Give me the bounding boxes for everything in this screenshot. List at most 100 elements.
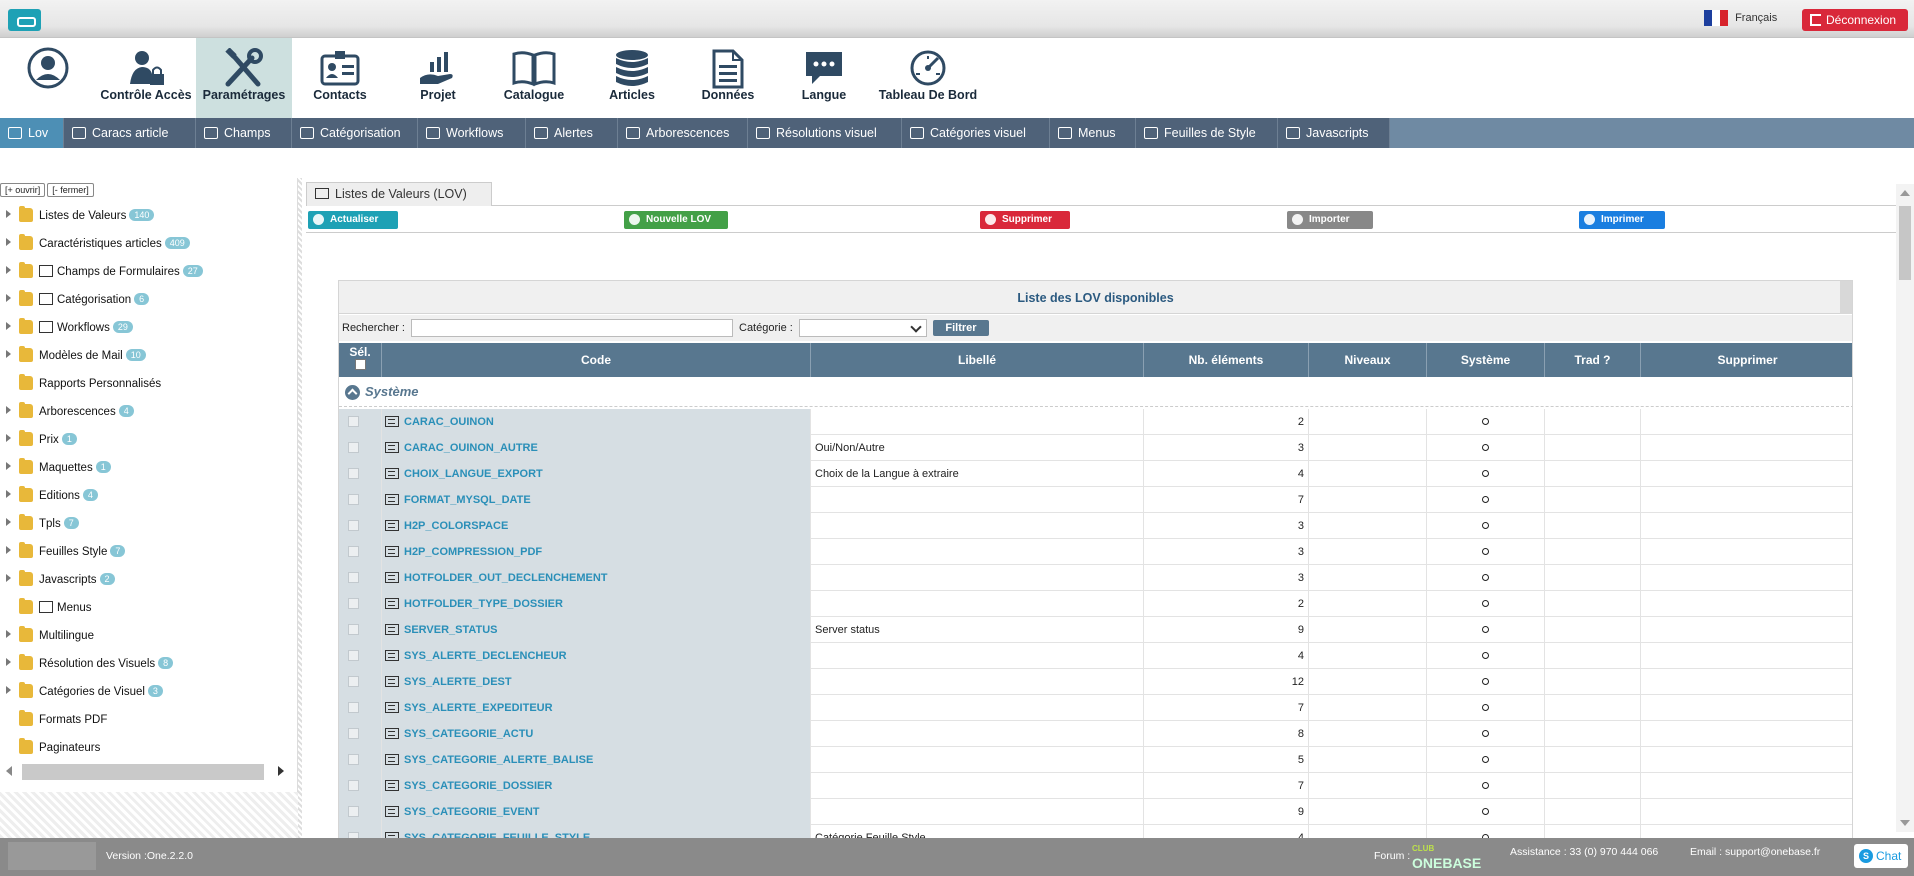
submenu-categories-visuel[interactable]: Catégories visuel [902, 118, 1050, 148]
table-row[interactable]: SERVER_STATUS Server status 9 [339, 617, 1852, 643]
delete-button[interactable]: Supprimer [980, 211, 1070, 229]
row-checkbox[interactable] [348, 780, 359, 791]
table-row[interactable]: SYS_ALERTE_DECLENCHEUR 4 [339, 643, 1852, 669]
expand-arrow-icon[interactable] [6, 518, 11, 526]
tree-close-all-button[interactable]: [- fermer] [47, 183, 94, 197]
tree-open-all-button[interactable]: [+ ouvrir] [0, 183, 46, 197]
row-checkbox[interactable] [348, 676, 359, 687]
tree-item[interactable]: Champs de Formulaires 27 [6, 262, 203, 282]
expand-arrow-icon[interactable] [6, 658, 11, 666]
expand-arrow-icon[interactable] [6, 546, 11, 554]
tree-item[interactable]: Formats PDF [6, 710, 107, 730]
tab-listes-de-valeurs[interactable]: Listes de Valeurs (LOV) [306, 182, 492, 206]
content-vertical-scrollbar[interactable] [1896, 184, 1914, 832]
expand-arrow-icon[interactable] [6, 630, 11, 638]
tree-item[interactable]: Modèles de Mail 10 [6, 346, 146, 366]
tree-item[interactable]: Editions 4 [6, 486, 98, 506]
tree-item[interactable]: Catégories de Visuel 3 [6, 682, 163, 702]
main-menu-controle-acces[interactable]: Contrôle Accès [98, 38, 194, 118]
expand-arrow-icon[interactable] [6, 322, 11, 330]
cell-code[interactable]: H2P_COLORSPACE [382, 513, 811, 539]
cell-code[interactable]: CHOIX_LANGUE_EXPORT [382, 461, 811, 487]
cell-code[interactable]: SYS_CATEGORIE_EVENT [382, 799, 811, 825]
submenu-categorisation[interactable]: Catégorisation [292, 118, 418, 148]
table-row[interactable]: SYS_CATEGORIE_DOSSIER 7 [339, 773, 1852, 799]
cell-code[interactable]: SYS_ALERTE_DEST [382, 669, 811, 695]
cell-code[interactable]: HOTFOLDER_OUT_DECLENCHEMENT [382, 565, 811, 591]
tree-item[interactable]: Arborescences 4 [6, 402, 134, 422]
scroll-thumb[interactable] [1899, 206, 1911, 280]
tree-item[interactable]: Résolution des Visuels 8 [6, 654, 174, 674]
search-input[interactable] [411, 319, 733, 337]
table-row[interactable]: SYS_ALERTE_EXPEDITEUR 7 [339, 695, 1852, 721]
tree-item[interactable]: Paginateurs [6, 738, 100, 758]
cell-code[interactable]: CARAC_OUINON [382, 409, 811, 435]
main-menu-contacts[interactable]: Contacts [296, 38, 384, 118]
row-checkbox[interactable] [348, 442, 359, 453]
submenu-champs[interactable]: Champs [196, 118, 292, 148]
expand-arrow-icon[interactable] [6, 294, 11, 302]
expand-arrow-icon[interactable] [6, 686, 11, 694]
row-checkbox[interactable] [348, 702, 359, 713]
select-all-checkbox[interactable] [354, 359, 366, 370]
cell-code[interactable]: SYS_CATEGORIE_ACTU [382, 721, 811, 747]
category-select[interactable] [799, 319, 927, 337]
main-menu-parametrages[interactable]: Paramétrages [196, 38, 292, 118]
club-onebase-link[interactable]: CLUB ONEBASE [1412, 842, 1481, 870]
expand-arrow-icon[interactable] [6, 434, 11, 442]
submenu-workflows[interactable]: Workflows [418, 118, 526, 148]
cell-code[interactable]: SERVER_STATUS [382, 617, 811, 643]
import-button[interactable]: Importer [1287, 211, 1373, 229]
main-menu-langue[interactable]: Langue [780, 38, 868, 118]
main-menu-user-profile[interactable] [18, 38, 78, 118]
row-checkbox[interactable] [348, 572, 359, 583]
expand-arrow-icon[interactable] [6, 350, 11, 358]
table-row[interactable]: FORMAT_MYSQL_DATE 7 [339, 487, 1852, 513]
row-checkbox[interactable] [348, 754, 359, 765]
row-checkbox[interactable] [348, 494, 359, 505]
logout-button[interactable]: Déconnexion [1802, 9, 1908, 31]
row-checkbox[interactable] [348, 416, 359, 427]
scroll-up-icon[interactable] [1900, 190, 1910, 196]
tree-horizontal-scrollbar[interactable] [0, 760, 290, 782]
main-menu-catalogue[interactable]: Catalogue [490, 38, 578, 118]
new-lov-button[interactable]: Nouvelle LOV [624, 211, 728, 229]
language-selector[interactable]: Français [1704, 10, 1777, 26]
cell-code[interactable]: SYS_ALERTE_EXPEDITEUR [382, 695, 811, 721]
submenu-caracs-article[interactable]: Caracs article [64, 118, 196, 148]
table-row[interactable]: CARAC_OUINON 2 [339, 409, 1852, 435]
row-checkbox[interactable] [348, 468, 359, 479]
table-row[interactable]: CHOIX_LANGUE_EXPORT Choix de la Langue à … [339, 461, 1852, 487]
expand-arrow-icon[interactable] [6, 490, 11, 498]
tree-item[interactable]: Menus [6, 598, 92, 618]
expand-arrow-icon[interactable] [6, 266, 11, 274]
expand-arrow-icon[interactable] [6, 574, 11, 582]
submenu-feuilles-de-style[interactable]: Feuilles de Style [1136, 118, 1278, 148]
tree-item[interactable]: Caractéristiques articles 409 [6, 234, 190, 254]
tree-item[interactable]: Rapports Personnalisés [6, 374, 161, 394]
tree-item[interactable]: Maquettes 1 [6, 458, 111, 478]
expand-arrow-icon[interactable] [6, 406, 11, 414]
row-checkbox[interactable] [348, 728, 359, 739]
expand-arrow-icon[interactable] [6, 238, 11, 246]
cell-code[interactable]: SYS_ALERTE_DECLENCHEUR [382, 643, 811, 669]
tree-item[interactable]: Javascripts 2 [6, 570, 115, 590]
row-checkbox[interactable] [348, 650, 359, 661]
app-logo-button[interactable] [8, 9, 41, 31]
col-niveaux[interactable]: Niveaux [1309, 343, 1427, 377]
submenu-arborescences[interactable]: Arborescences [618, 118, 748, 148]
cell-code[interactable]: HOTFOLDER_TYPE_DOSSIER [382, 591, 811, 617]
print-button[interactable]: Imprimer [1579, 211, 1665, 229]
tree-item[interactable]: Listes de Valeurs 140 [6, 206, 155, 226]
table-row[interactable]: HOTFOLDER_OUT_DECLENCHEMENT 3 [339, 565, 1852, 591]
row-checkbox[interactable] [348, 520, 359, 531]
table-row[interactable]: SYS_CATEGORIE_ACTU 8 [339, 721, 1852, 747]
table-row[interactable]: HOTFOLDER_TYPE_DOSSIER 2 [339, 591, 1852, 617]
submenu-alertes[interactable]: Alertes [526, 118, 618, 148]
row-checkbox[interactable] [348, 546, 359, 557]
cell-code[interactable]: FORMAT_MYSQL_DATE [382, 487, 811, 513]
cell-code[interactable]: SYS_CATEGORIE_DOSSIER [382, 773, 811, 799]
col-nb-elements[interactable]: Nb. éléments [1144, 343, 1309, 377]
tree-item[interactable]: Feuilles Style 7 [6, 542, 126, 562]
cell-code[interactable]: H2P_COMPRESSION_PDF [382, 539, 811, 565]
